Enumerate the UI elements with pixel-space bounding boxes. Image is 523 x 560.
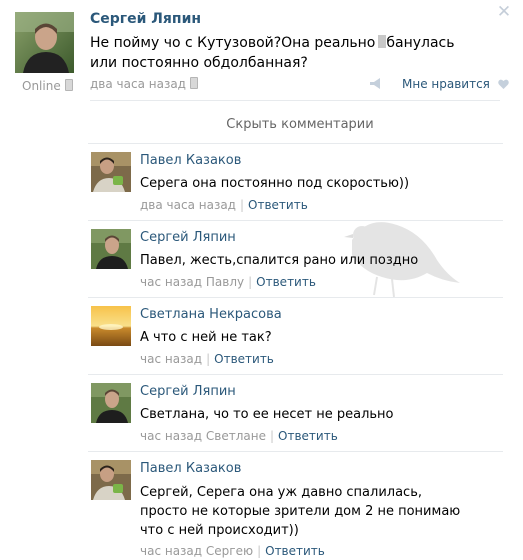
comment-author[interactable]: Светлана Некрасова [140,307,282,322]
comment-time[interactable]: час назад Сергею [140,544,253,558]
comment-meta: час назад Светлане | Ответить [140,429,338,443]
like-label: Мне нравится [402,77,490,91]
close-icon[interactable]: ✕ [496,4,512,21]
avatar-sunset[interactable] [91,306,131,346]
heart-icon [497,79,509,89]
comment-item: Павел Казаков Серега она постоянно под с… [88,143,503,221]
comment-text: Павел, жесть,спалится рано или поздно [140,253,419,268]
avatar-sergey[interactable] [91,383,131,423]
reply-button[interactable]: Ответить [248,198,308,212]
share-icon[interactable] [369,78,383,89]
post-text-part1: Не пойму чо с Кутузовой?Она реально [90,35,376,51]
comment-author[interactable]: Сергей Ляпин [140,230,236,245]
comment-separator [88,451,503,452]
comment-text: Сергей, Серега она уж давно спалилась, п… [140,485,461,538]
comment-meta: два часа назад | Ответить [140,198,308,212]
mobile-icon [189,77,198,89]
post-divider [90,100,500,101]
comment-separator [88,297,503,298]
avatar-pavel[interactable] [91,460,131,500]
post-text: Не пойму чо с Кутузовой?Она реально бaнул… [90,33,485,73]
comment-author[interactable]: Павел Казаков [140,461,241,476]
comment-time[interactable]: два часа назад [140,198,236,212]
comment-item: Павел Казаков Сергей, Серега она уж давн… [88,451,503,560]
comment-text: А что с ней не так? [140,330,272,345]
comment-separator [88,220,503,221]
comment-separator [88,143,503,144]
mobile-icon [64,79,73,91]
reply-button[interactable]: Ответить [256,275,316,289]
comment-meta: час назад Павлу | Ответить [140,275,316,289]
reply-button[interactable]: Ответить [214,352,274,366]
comment-time[interactable]: час назад [140,352,202,366]
comment-text: Светлана, чо то ее несет не реально [140,407,394,422]
like-button[interactable]: Мне нравится [402,77,509,91]
wall-post: Online Сергей Ляпин ✕ Не пойму чо с Куту… [0,0,523,560]
hide-comments-link[interactable]: Скрыть комментарии [90,117,510,132]
comment-item: Светлана Некрасова А что с ней не так? ч… [88,297,503,375]
post-author-name[interactable]: Сергей Ляпин [90,11,201,27]
comment-time[interactable]: час назад Светлане [140,429,266,443]
comment-author[interactable]: Сергей Ляпин [140,384,236,399]
comment-item: Сергей Ляпин Павел, жесть,спалится рано … [88,220,503,298]
comment-separator [88,374,503,375]
comment-meta: час назад | Ответить [140,352,274,366]
comment-meta: час назад Сергею | Ответить [140,544,325,558]
comment-time[interactable]: час назад Павлу [140,275,244,289]
post-author-avatar[interactable] [15,12,74,73]
post-timestamp[interactable]: два часа назад [90,77,198,91]
comment-item: Сергей Ляпин Светлана, чо то ее несет не… [88,374,503,452]
comment-text: Серега она постоянно под скоростью)) [140,176,410,191]
avatar-pavel[interactable] [91,152,131,192]
avatar-sergey[interactable] [91,229,131,269]
reply-button[interactable]: Ответить [265,544,325,558]
reply-button[interactable]: Ответить [278,429,338,443]
online-status: Online [22,79,73,93]
comment-author[interactable]: Павел Казаков [140,153,241,168]
